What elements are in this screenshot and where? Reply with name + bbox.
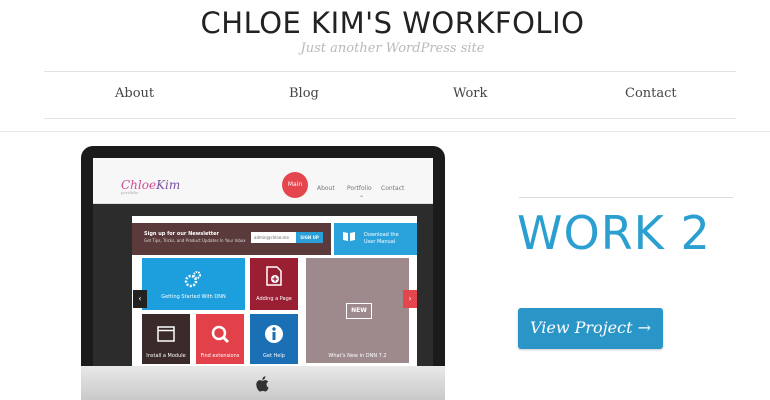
tile-label-get-help: Get Help (263, 353, 285, 359)
preview-header: ChloeKim portfolio Main About Portfolio … (93, 158, 433, 204)
preview-nav-main: Main (282, 172, 308, 198)
imac-mockup: ChloeKim portfolio Main About Portfolio … (81, 146, 445, 400)
tile-label-install-module: Install a Module (146, 353, 186, 359)
preview-logo-tagline: portfolio (121, 190, 139, 195)
preview-tile-add-page: Adding a Page (250, 258, 298, 310)
preview-content: Sign up for our Newsletter Get Tips, Tri… (132, 216, 417, 366)
tile-label-find-extensions: Find extensions (200, 353, 240, 359)
preview-tile-find-extensions: Find extensions (196, 314, 244, 364)
imac-bezel: ChloeKim portfolio Main About Portfolio … (81, 146, 445, 366)
nav-contact[interactable]: Contact (625, 86, 677, 101)
newsletter-subtitle: Get Tips, Tricks, and Product Updates In… (144, 238, 246, 243)
tile-label-whats-new: What's New in DNN 7.2 (328, 353, 387, 359)
preview-newsletter: Sign up for our Newsletter Get Tips, Tri… (132, 223, 331, 255)
search-icon (211, 325, 230, 344)
preview-nav-contact: Contact (381, 185, 405, 192)
imac-screen: ChloeKim portfolio Main About Portfolio … (93, 158, 433, 366)
newsletter-email: admin@chloe.me (251, 232, 297, 243)
window-icon (157, 326, 175, 342)
apple-icon (256, 376, 269, 392)
preview-logo-last: Kim (156, 178, 181, 192)
preview-logo: ChloeKim portfolio (121, 178, 181, 195)
add-page-icon (266, 266, 282, 286)
new-badge: NEW (346, 303, 372, 319)
book-icon (343, 232, 355, 241)
site-tagline: Just another WordPress site (300, 41, 485, 56)
tile-label-add-page: Adding a Page (256, 296, 292, 302)
newsletter-signup: SIGN UP (296, 232, 323, 243)
preview-nav-about: About (317, 185, 335, 192)
preview-tile-install-module: Install a Module (142, 314, 190, 364)
project-divider (519, 197, 733, 198)
nav-about[interactable]: About (115, 86, 154, 101)
preview-nav-portfolio: Portfolio (347, 185, 372, 192)
nav-blog[interactable]: Blog (289, 86, 319, 101)
preview-tile-whats-new: NEW What's New in DNN 7.2 (306, 258, 409, 363)
preview-manual: Download the User Manual (334, 223, 417, 255)
preview-tile-get-help: Get Help (250, 314, 298, 364)
manual-line1: Download the (364, 232, 399, 238)
gears-icon (184, 271, 201, 288)
chevron-down-icon: ⌄ (359, 192, 365, 199)
header-divider (0, 131, 770, 132)
tile-label-getting-started: Getting Started With DNN (161, 294, 226, 300)
info-icon (265, 325, 283, 343)
main-nav: About Blog Work Contact (44, 71, 736, 119)
preview-tile-getting-started: Getting Started With DNN (142, 258, 245, 310)
manual-line2: User Manual (364, 239, 396, 245)
project-title: WORK 2 (517, 206, 711, 260)
view-project-button[interactable]: View Project → (518, 308, 663, 349)
site-title[interactable]: CHLOE KIM'S WORKFOLIO (0, 6, 770, 40)
preview-prev-arrow: ‹ (133, 290, 147, 308)
nav-work[interactable]: Work (453, 86, 487, 101)
newsletter-title: Sign up for our Newsletter (144, 231, 220, 237)
preview-next-arrow: › (403, 290, 417, 308)
